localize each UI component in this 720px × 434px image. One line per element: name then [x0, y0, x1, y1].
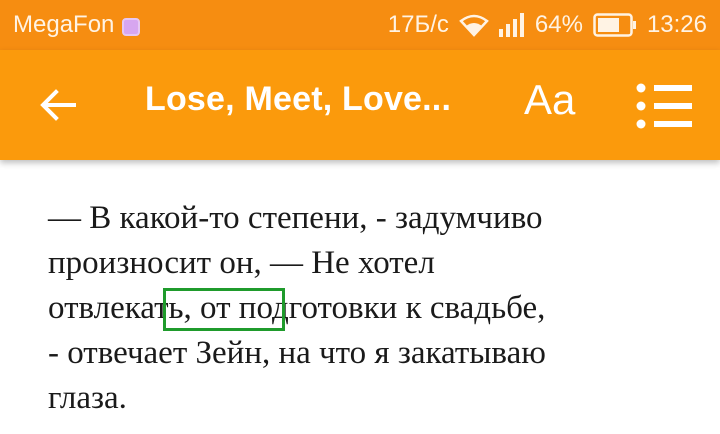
status-right: 17Б/с 64% 13:26 [388, 11, 707, 39]
text-line: произносит он, — Не хотел [48, 245, 435, 281]
battery-icon [593, 13, 637, 37]
text-line: - отвечает Зейн, на что я закатываю [48, 335, 546, 371]
app-bar: Lose, Meet, Love... Aa [0, 50, 720, 160]
carrier-app-icon [122, 18, 141, 36]
network-speed: 17Б/с [387, 11, 449, 38]
list-icon [636, 83, 692, 129]
font-settings-button[interactable]: Aa [524, 76, 575, 124]
table-of-contents-button[interactable] [636, 82, 694, 130]
book-title: Lose, Meet, Love... [145, 80, 452, 118]
back-button[interactable] [36, 83, 80, 127]
back-arrow-icon [40, 89, 76, 121]
text-line: — В какой-то степени, - задумчиво [48, 200, 543, 236]
battery-percent: 64% [534, 11, 583, 38]
selection-highlight-box [163, 288, 285, 331]
text-line: глаза. [48, 380, 127, 416]
wifi-icon [459, 13, 489, 37]
signal-icon [498, 13, 525, 37]
clock: 13:26 [646, 11, 707, 38]
status-bar: MegaFon 17Б/с 64% 13:26 [0, 0, 720, 50]
carrier-name: MegaFon [13, 11, 115, 38]
text-line: отвлекать, от подготовки к свадьбе, [48, 290, 546, 326]
reader-text[interactable]: — В какой-то степени, - задумчиво произн… [48, 196, 688, 421]
